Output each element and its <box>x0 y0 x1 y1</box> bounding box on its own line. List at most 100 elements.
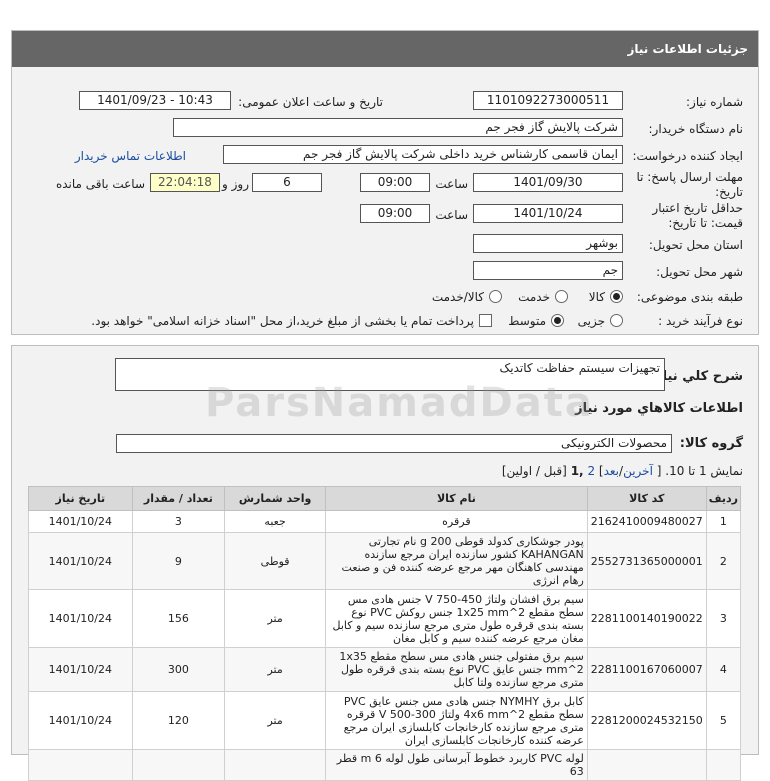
need-number-field: 1101092273000511 <box>473 91 623 110</box>
province-label: استان محل تحویل: <box>648 238 743 252</box>
city-field: جم <box>473 261 623 280</box>
need-date: 1401/10/24 <box>28 589 133 648</box>
need-date: 1401/10/24 <box>28 647 133 692</box>
treasury-payment-note: پرداخت تمام یا بخشی از مبلغ خرید،از محل … <box>91 314 474 328</box>
table-row[interactable]: 4 2281100167060007 سیم برق مفتولی جنس ها… <box>28 647 742 692</box>
goods-info-title: اطلاعات کالاهاي مورد نياز <box>575 401 743 416</box>
table-row[interactable]: 2 2552731365000001 پودر جوشکاری کدولد قو… <box>28 532 742 590</box>
col-name: نام کالا <box>324 486 588 511</box>
goods-code: 2281200024532150 <box>586 691 707 750</box>
need-date: 1401/10/24 <box>28 691 133 750</box>
row-number: 5 <box>705 691 742 750</box>
days-field: 6 <box>252 173 322 192</box>
city-label: شهر محل تحویل: <box>656 265 743 279</box>
creator-label: ایجاد کننده درخواست: <box>632 149 743 163</box>
row-number: 2 <box>705 532 742 590</box>
remaining-label: ساعت باقی مانده <box>55 177 145 191</box>
goods-qty: 300 <box>131 647 226 692</box>
goods-panel: شرح کلي نياز: تجهیزات سیستم حفاظت کاتدیک… <box>11 345 759 781</box>
goods-qty: 3 <box>131 510 226 533</box>
category-service-label: خدمت <box>518 290 550 304</box>
category-label: طبقه بندی موضوعی: <box>636 290 743 304</box>
validity-time-field: 09:00 <box>360 204 430 223</box>
row-number: 3 <box>705 589 742 648</box>
treasury-payment-checkbox[interactable] <box>479 314 492 327</box>
remaining-time-field: 22:04:18 <box>150 173 220 192</box>
col-unit: واحد شمارش <box>224 486 326 511</box>
days-label: روز و <box>222 177 249 191</box>
group-field: محصولات الکترونیکی <box>116 434 672 453</box>
need-date <box>28 749 133 781</box>
goods-code <box>586 749 707 781</box>
col-row: ردیف <box>705 486 742 511</box>
announce-field: 1401/09/23 - 10:43 <box>79 91 231 110</box>
deadline-label-date: تاریخ: <box>715 185 743 199</box>
group-label: گروه کالا: <box>679 436 743 451</box>
pager-last-link[interactable]: آخرین <box>623 464 653 478</box>
province-field: بوشهر <box>473 234 623 253</box>
deadline-date-field: 1401/09/30 <box>473 173 623 192</box>
goods-unit: جعبه <box>224 510 326 533</box>
goods-unit <box>224 749 326 781</box>
deadline-time-label: ساعت <box>435 177 468 191</box>
announce-label: تاریخ و ساعت اعلان عمومی: <box>238 95 383 109</box>
goods-qty <box>131 749 226 781</box>
goods-code: 2281100140190022 <box>586 589 707 648</box>
goods-unit: متر <box>224 589 326 648</box>
pager-current: ,1 <box>570 464 584 478</box>
category-goods-radio[interactable] <box>610 290 623 303</box>
goods-qty: 120 <box>131 691 226 750</box>
table-row[interactable]: لوله PVC کاربرد خطوط آبرسانی طول لوله 6 … <box>28 749 742 781</box>
process-partial-radio[interactable] <box>610 314 623 327</box>
pager-text: نمایش 1 تا 10. [ <box>656 464 743 478</box>
goods-name: پودر جوشکاری کدولد قوطی 200 g نام تجارتی… <box>324 532 588 590</box>
summary-field: تجهیزات سیستم حفاظت کاتدیک <box>115 358 665 391</box>
pager: نمایش 1 تا 10. [ آخرین/بعد] 2 ,1 [قبل / … <box>501 464 743 478</box>
deadline-label: مهلت ارسال پاسخ: تا <box>636 170 743 184</box>
category-goods-service-radio[interactable] <box>489 290 502 303</box>
goods-name: سیم برق مفتولی جنس هادی مس سطح مقطع 1x35… <box>324 647 588 692</box>
deadline-time-field: 09:00 <box>360 173 430 192</box>
row-number: 4 <box>705 647 742 692</box>
creator-field: ایمان قاسمی کارشناس خرید داخلی شرکت پالا… <box>223 145 623 164</box>
validity-label-date: قیمت: تا تاریخ: <box>668 216 743 230</box>
goods-table: ردیف کد کالا نام کالا واحد شمارش تعداد /… <box>28 486 742 781</box>
goods-unit: قوطی <box>224 532 326 590</box>
goods-code: 2552731365000001 <box>586 532 707 590</box>
row-number <box>705 749 742 781</box>
table-row[interactable]: 5 2281200024532150 کابل برق NYMHY جنس ها… <box>28 691 742 750</box>
goods-qty: 156 <box>131 589 226 648</box>
validity-time-label: ساعت <box>435 208 468 222</box>
goods-qty: 9 <box>131 532 226 590</box>
col-date: تاریخ نیاز <box>28 486 133 511</box>
goods-name: قرقره <box>324 510 588 533</box>
page-title: جزئیات اطلاعات نیاز <box>12 31 758 67</box>
need-date: 1401/10/24 <box>28 510 133 533</box>
category-goods-service-label: کالا/خدمت <box>431 290 484 304</box>
goods-name: لوله PVC کاربرد خطوط آبرسانی طول لوله 6 … <box>324 749 588 781</box>
col-qty: تعداد / مقدار <box>131 486 226 511</box>
goods-unit: متر <box>224 647 326 692</box>
buyer-field: شرکت پالایش گاز فجر جم <box>173 118 623 137</box>
need-number-label: شماره نیاز: <box>686 95 743 109</box>
table-row[interactable]: 1 2162410009480027 قرقره جعبه 3 1401/10/… <box>28 510 742 533</box>
process-medium-radio[interactable] <box>551 314 564 327</box>
goods-code: 2162410009480027 <box>586 510 707 533</box>
table-row[interactable]: 3 2281100140190022 سیم برق افشان ولتاژ 4… <box>28 589 742 648</box>
category-service-radio[interactable] <box>555 290 568 303</box>
validity-label: حداقل تاریخ اعتبار <box>652 201 743 215</box>
pager-rest: [قبل / اولین] <box>501 464 567 478</box>
need-info-panel: جزئیات اطلاعات نیاز شماره نیاز: 11010922… <box>11 30 759 335</box>
goods-name: کابل برق NYMHY جنس هادی مس جنس عایق PVC … <box>324 691 588 750</box>
goods-code: 2281100167060007 <box>586 647 707 692</box>
buyer-contact-link[interactable]: اطلاعات تماس خریدار <box>75 149 186 163</box>
process-label: نوع فرآیند خرید : <box>658 314 743 328</box>
process-partial-label: جزیی <box>577 314 605 328</box>
pager-page-2[interactable]: 2 <box>587 464 595 478</box>
goods-unit: متر <box>224 691 326 750</box>
pager-next-link[interactable]: بعد <box>604 464 619 478</box>
col-code: کد کالا <box>586 486 707 511</box>
row-number: 1 <box>705 510 742 533</box>
category-goods-label: کالا <box>588 290 605 304</box>
need-date: 1401/10/24 <box>28 532 133 590</box>
